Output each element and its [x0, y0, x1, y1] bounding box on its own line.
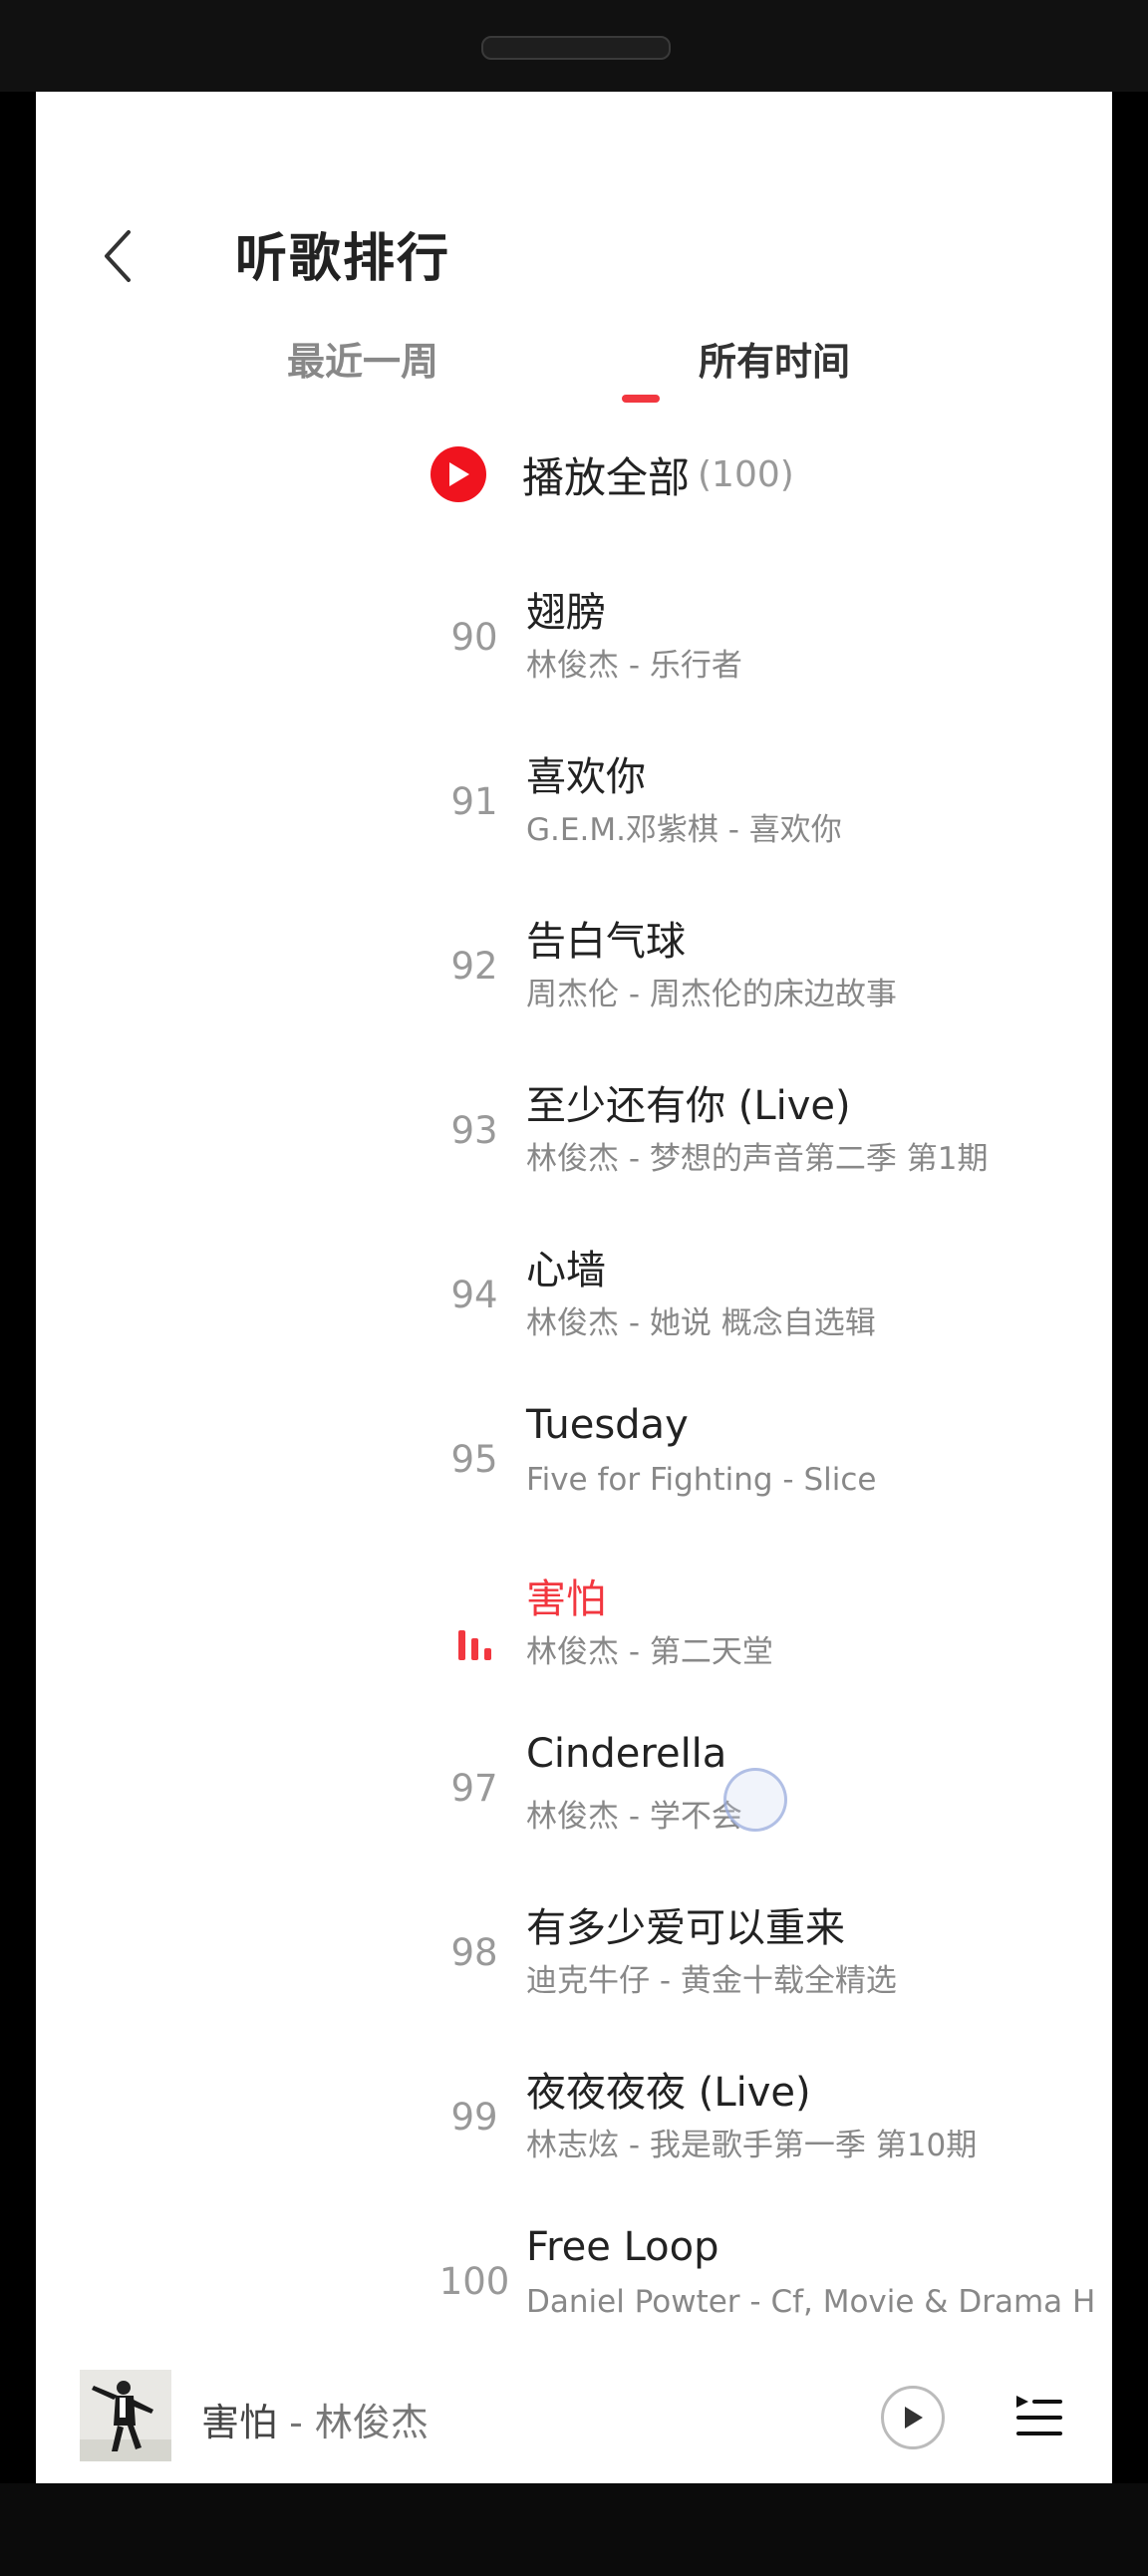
song-rank: 93: [450, 1109, 498, 1152]
song-subtitle: 林俊杰 - 梦想的声音第二季 第1期: [526, 1141, 989, 1177]
active-tab-indicator: [622, 395, 660, 403]
song-subtitle: Five for Fighting - Slice: [526, 1462, 877, 1498]
touch-indicator: [723, 1768, 787, 1832]
back-button[interactable]: [88, 211, 147, 301]
song-subtitle: 迪克牛仔 - 黄金十载全精选: [526, 1963, 897, 1999]
song-title: 害怕: [526, 1576, 606, 1622]
mini-player[interactable]: 害怕 - 林俊杰: [36, 2360, 1112, 2483]
song-subtitle: 林俊杰 - 学不会: [526, 1799, 742, 1835]
song-title: 心墙: [526, 1248, 606, 1293]
song-row[interactable]: 98 有多少爱可以重来 迪克牛仔 - 黄金十载全精选: [36, 1885, 1112, 2050]
play-all-label: 播放全部: [522, 452, 691, 502]
song-row[interactable]: 99 夜夜夜夜 (Live) 林志炫 - 我是歌手第一季 第10期: [36, 2050, 1112, 2214]
play-all-button[interactable]: 播放全部 (100): [430, 434, 794, 514]
song-rank: 99: [450, 2096, 498, 2139]
speaker-grille: [481, 36, 671, 60]
song-title: Cinderella: [526, 1731, 727, 1777]
song-rank: 94: [450, 1274, 498, 1316]
play-icon: [905, 2407, 923, 2429]
song-rank: 97: [450, 1767, 498, 1810]
song-row[interactable]: 91 喜欢你 G.E.M.邓紫棋 - 喜欢你: [36, 734, 1112, 899]
song-rank: 91: [450, 780, 498, 823]
song-rank: 100: [438, 2260, 510, 2303]
song-subtitle: G.E.M.邓紫棋 - 喜欢你: [526, 812, 842, 848]
song-subtitle: Daniel Powter - Cf, Movie & Drama H: [526, 2284, 1096, 2320]
album-cover[interactable]: [80, 2370, 171, 2461]
app-screen: 听歌排行 最近一周 所有时间 播放全部 (100) 90 翅膀 林俊杰 - 乐行…: [36, 92, 1112, 2483]
play-circle-icon: [430, 446, 486, 502]
song-subtitle: 林志炫 - 我是歌手第一季 第10期: [526, 2128, 978, 2163]
play-all-count: (100): [698, 453, 794, 495]
song-title: 喜欢你: [526, 754, 646, 800]
song-rank: 98: [450, 1931, 498, 1974]
chevron-left-icon: [105, 230, 131, 282]
now-playing-separator: -: [277, 2401, 315, 2444]
song-row[interactable]: 95 Tuesday Five for Fighting - Slice: [36, 1392, 1112, 1557]
now-playing-artist: 林俊杰: [314, 2401, 429, 2444]
tab-last-week[interactable]: 最近一周: [287, 331, 438, 386]
song-row[interactable]: 93 至少还有你 (Live) 林俊杰 - 梦想的声音第二季 第1期: [36, 1063, 1112, 1228]
song-subtitle: 林俊杰 - 第二天堂: [526, 1634, 773, 1670]
phone-frame: 听歌排行 最近一周 所有时间 播放全部 (100) 90 翅膀 林俊杰 - 乐行…: [0, 0, 1148, 2576]
song-title: 告白气球: [526, 919, 686, 965]
mini-play-button[interactable]: [881, 2386, 945, 2449]
song-rank: 92: [450, 945, 498, 988]
song-row[interactable]: 90 翅膀 林俊杰 - 乐行者: [36, 570, 1112, 734]
playlist-icon: [1016, 2396, 1062, 2435]
song-subtitle: 林俊杰 - 乐行者: [526, 648, 742, 684]
song-row[interactable]: 92 告白气球 周杰伦 - 周杰伦的床边故事: [36, 899, 1112, 1063]
song-title: Free Loop: [526, 2224, 719, 2270]
song-title: 翅膀: [526, 590, 606, 636]
song-rank: 90: [450, 616, 498, 659]
now-playing-title: 害怕: [201, 2401, 278, 2444]
playlist-button[interactable]: [1010, 2388, 1068, 2445]
song-subtitle: 林俊杰 - 她说 概念自选辑: [526, 1305, 876, 1341]
song-row-now-playing[interactable]: 害怕 林俊杰 - 第二天堂: [36, 1557, 1112, 1721]
song-row[interactable]: 94 心墙 林俊杰 - 她说 概念自选辑: [36, 1228, 1112, 1392]
song-rank: 95: [450, 1438, 498, 1481]
top-bezel: [0, 0, 1148, 92]
song-title: 有多少爱可以重来: [526, 1905, 845, 1951]
song-title: 夜夜夜夜 (Live): [526, 2070, 811, 2116]
bottom-bezel: [0, 2483, 1148, 2576]
equalizer-icon: [444, 1600, 504, 1660]
song-title: 至少还有你 (Live): [526, 1083, 851, 1129]
song-subtitle: 周杰伦 - 周杰伦的床边故事: [526, 977, 897, 1012]
song-row[interactable]: 97 Cinderella 林俊杰 - 学不会: [36, 1721, 1112, 1885]
song-row[interactable]: 100 Free Loop Daniel Powter - Cf, Movie …: [36, 2214, 1112, 2379]
tab-all-time[interactable]: 所有时间: [699, 331, 850, 386]
page-title: 听歌排行: [235, 229, 451, 289]
now-playing-text: 害怕 - 林俊杰: [201, 2392, 429, 2446]
song-list: 90 翅膀 林俊杰 - 乐行者 91 喜欢你 G.E.M.邓紫棋 - 喜欢你 9…: [36, 570, 1112, 2379]
song-title: Tuesday: [526, 1402, 689, 1448]
